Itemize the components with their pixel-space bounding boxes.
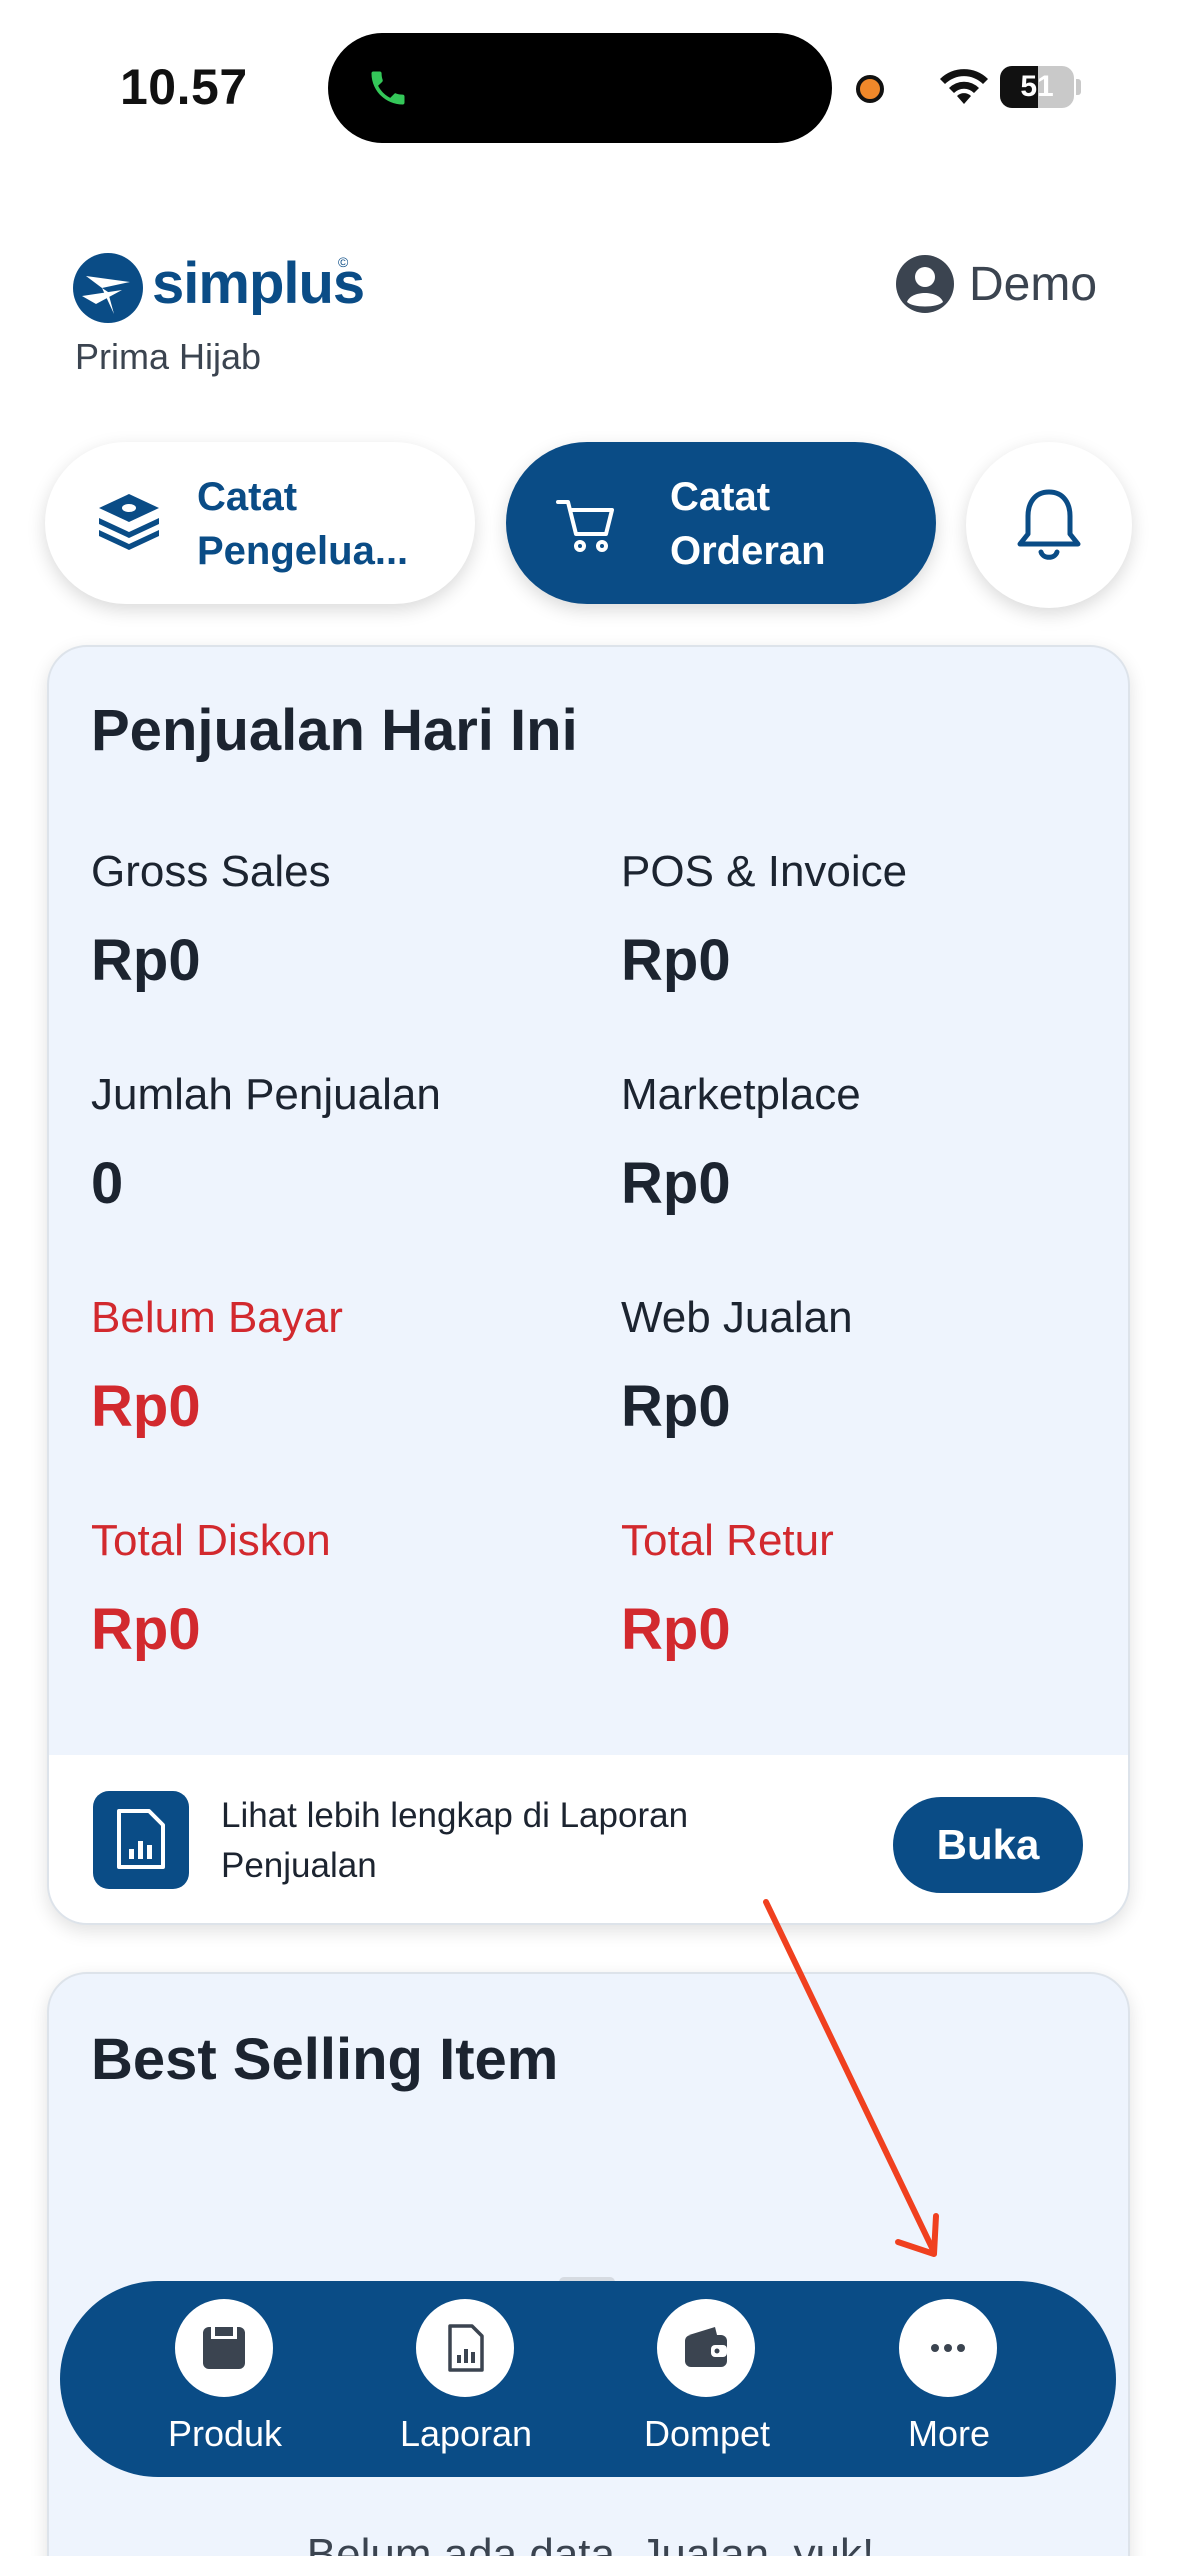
metric-pos-invoice: POS & Invoice Rp0 bbox=[621, 847, 1101, 994]
metric-label: POS & Invoice bbox=[621, 847, 908, 896]
metric-label: Marketplace bbox=[621, 1070, 861, 1119]
dynamic-island bbox=[328, 33, 832, 143]
wallet-icon bbox=[685, 2327, 727, 2367]
metric-label: Web Jualan bbox=[621, 1293, 853, 1342]
logo-mark-icon bbox=[73, 253, 143, 323]
nav-item-laporan[interactable]: Laporan bbox=[366, 2299, 566, 2469]
sales-today-title: Penjualan Hari Ini bbox=[91, 698, 578, 763]
metric-label: Belum Bayar bbox=[91, 1293, 343, 1342]
metric-value: Rp0 bbox=[621, 1597, 731, 1662]
nav-label: Produk bbox=[167, 2413, 283, 2454]
nav-label: Laporan bbox=[399, 2413, 533, 2454]
metric-label: Total Retur bbox=[621, 1516, 834, 1565]
metric-total-discount: Total Diskon Rp0 bbox=[91, 1516, 571, 1663]
metric-label: Gross Sales bbox=[91, 847, 331, 896]
record-order-label: Catat Orderan bbox=[670, 475, 826, 573]
record-expense-button[interactable]: Catat Pengelua... bbox=[45, 442, 475, 604]
metric-sales-count: Jumlah Penjualan 0 bbox=[91, 1070, 571, 1217]
empty-state-text: Belum ada data. Jualan, yuk! bbox=[306, 2530, 875, 2556]
metric-unpaid: Belum Bayar Rp0 bbox=[91, 1293, 571, 1440]
metric-value: 0 bbox=[91, 1151, 124, 1216]
user-name: Demo bbox=[969, 257, 1098, 311]
nav-item-dompet[interactable]: Dompet bbox=[607, 2299, 807, 2469]
open-report-button[interactable]: Buka bbox=[893, 1797, 1083, 1893]
metric-value: Rp0 bbox=[621, 1151, 731, 1216]
sales-today-card: Penjualan Hari Ini Gross Sales Rp0 POS &… bbox=[47, 645, 1130, 1925]
store-name: Prima Hijab bbox=[75, 336, 262, 377]
box-icon bbox=[203, 2327, 245, 2369]
metric-value: Rp0 bbox=[91, 928, 201, 993]
logo-text: simplus bbox=[152, 251, 365, 316]
simplus-logo: simplus © bbox=[72, 248, 372, 328]
nav-item-more[interactable]: More bbox=[849, 2299, 1049, 2469]
metric-web-sales: Web Jualan Rp0 bbox=[621, 1293, 1101, 1440]
record-order-button[interactable]: Catat Orderan bbox=[506, 442, 936, 604]
metric-gross-sales: Gross Sales Rp0 bbox=[91, 847, 571, 994]
metric-value: Rp0 bbox=[91, 1597, 201, 1662]
nav-label: Dompet bbox=[643, 2413, 771, 2454]
sales-report-footer: Lihat lebih lengkap di Laporan Penjualan… bbox=[49, 1755, 1128, 1923]
status-time: 10.57 bbox=[120, 59, 248, 115]
user-avatar-icon bbox=[896, 255, 954, 313]
nav-label: More bbox=[907, 2413, 991, 2454]
report-icon bbox=[448, 2324, 484, 2372]
notifications-button[interactable] bbox=[966, 442, 1132, 608]
metric-total-returns: Total Retur Rp0 bbox=[621, 1516, 1101, 1663]
record-expense-label: Catat Pengelua... bbox=[197, 475, 409, 573]
bell-icon bbox=[1017, 489, 1081, 560]
metric-label: Total Diskon bbox=[91, 1516, 331, 1565]
annotation-arrow-icon bbox=[763, 1899, 939, 2257]
more-icon bbox=[931, 2344, 965, 2352]
recording-indicator bbox=[856, 75, 884, 103]
phone-icon bbox=[371, 71, 405, 105]
metric-value: Rp0 bbox=[621, 1374, 731, 1439]
wifi-icon bbox=[940, 69, 988, 104]
metric-value: Rp0 bbox=[621, 928, 731, 993]
user-menu[interactable]: Demo bbox=[895, 252, 1097, 316]
status-bar: 10.57 51 bbox=[0, 0, 1179, 160]
battery-level: 51 bbox=[1020, 70, 1054, 103]
sales-report-text: Lihat lebih lengkap di Laporan Penjualan bbox=[221, 1796, 689, 1885]
metric-label: Jumlah Penjualan bbox=[91, 1070, 441, 1119]
bottom-navigation: Produk Laporan Dompet More bbox=[60, 2281, 1116, 2477]
metric-marketplace: Marketplace Rp0 bbox=[621, 1070, 1101, 1217]
sales-report-icon bbox=[93, 1791, 189, 1889]
cart-icon bbox=[556, 500, 614, 552]
registered-mark: © bbox=[338, 254, 349, 270]
best-selling-title: Best Selling Item bbox=[91, 2027, 559, 2092]
money-stack-icon bbox=[99, 494, 159, 550]
nav-item-produk[interactable]: Produk bbox=[125, 2299, 325, 2469]
metric-value: Rp0 bbox=[91, 1374, 201, 1439]
battery-indicator: 51 bbox=[1000, 66, 1081, 108]
